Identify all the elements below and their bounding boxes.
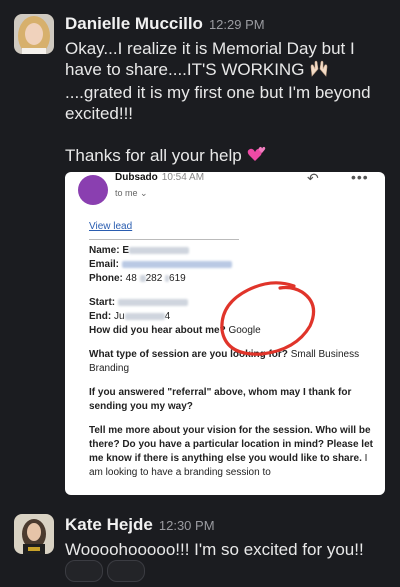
referral-question: If you answered "referral" above, whom m…	[89, 387, 352, 412]
name-row: Name: E	[89, 244, 374, 258]
message-line: Okay...I realize it is Memorial Day but …	[65, 39, 355, 58]
add-reaction-button[interactable]	[65, 560, 103, 582]
message-line: excited!!!	[65, 104, 134, 123]
sender-name[interactable]: Kate Hejde	[65, 515, 153, 534]
redacted-text	[117, 298, 188, 306]
view-lead-link: View lead	[89, 221, 133, 232]
vision-row: Tell me more about your vision for the s…	[89, 425, 373, 478]
message-line: Thanks for all your help	[65, 146, 242, 165]
message-line: ....grated it is my first one but I'm be…	[65, 83, 371, 102]
email-header: Dubsado 10:54 AM to me ⌄ ↶ •••	[65, 172, 385, 214]
reply-icon: ↶	[307, 172, 319, 186]
message-text: Woooohooooo!!! I'm so excited for you!!	[65, 540, 364, 559]
more-options-icon: •••	[351, 172, 369, 185]
red-circle-annotation	[220, 281, 316, 356]
redacted-text	[121, 260, 232, 268]
redacted-text	[139, 274, 146, 282]
email-recipient: to me	[115, 188, 138, 198]
reaction-pill[interactable]	[107, 560, 145, 582]
redacted-text	[129, 246, 190, 254]
sender-name[interactable]: Danielle Muccillo	[65, 14, 203, 33]
message-line: have to share....IT'S WORKING	[65, 60, 305, 79]
email-time: 10:54 AM	[161, 172, 205, 183]
attached-image[interactable]: Dubsado 10:54 AM to me ⌄ ↶ ••• View lead …	[65, 172, 385, 495]
redacted-text	[165, 274, 170, 282]
email-sender: Dubsado	[115, 172, 158, 183]
redacted-text	[124, 312, 165, 320]
chevron-down-icon: ⌄	[140, 188, 148, 198]
divider	[89, 239, 239, 240]
two-hearts-icon	[246, 145, 266, 168]
avatar-danielle[interactable]	[14, 14, 54, 54]
message-timestamp[interactable]: 12:30 PM	[159, 518, 215, 533]
message-timestamp[interactable]: 12:29 PM	[209, 17, 265, 32]
sender-avatar	[78, 175, 108, 205]
avatar-kate[interactable]	[14, 514, 54, 554]
raising-hands-icon	[309, 59, 329, 82]
message-text: Okay...I realize it is Memorial Day but …	[65, 38, 390, 168]
email-row: Email:	[89, 258, 374, 272]
reaction-bar	[65, 560, 149, 587]
